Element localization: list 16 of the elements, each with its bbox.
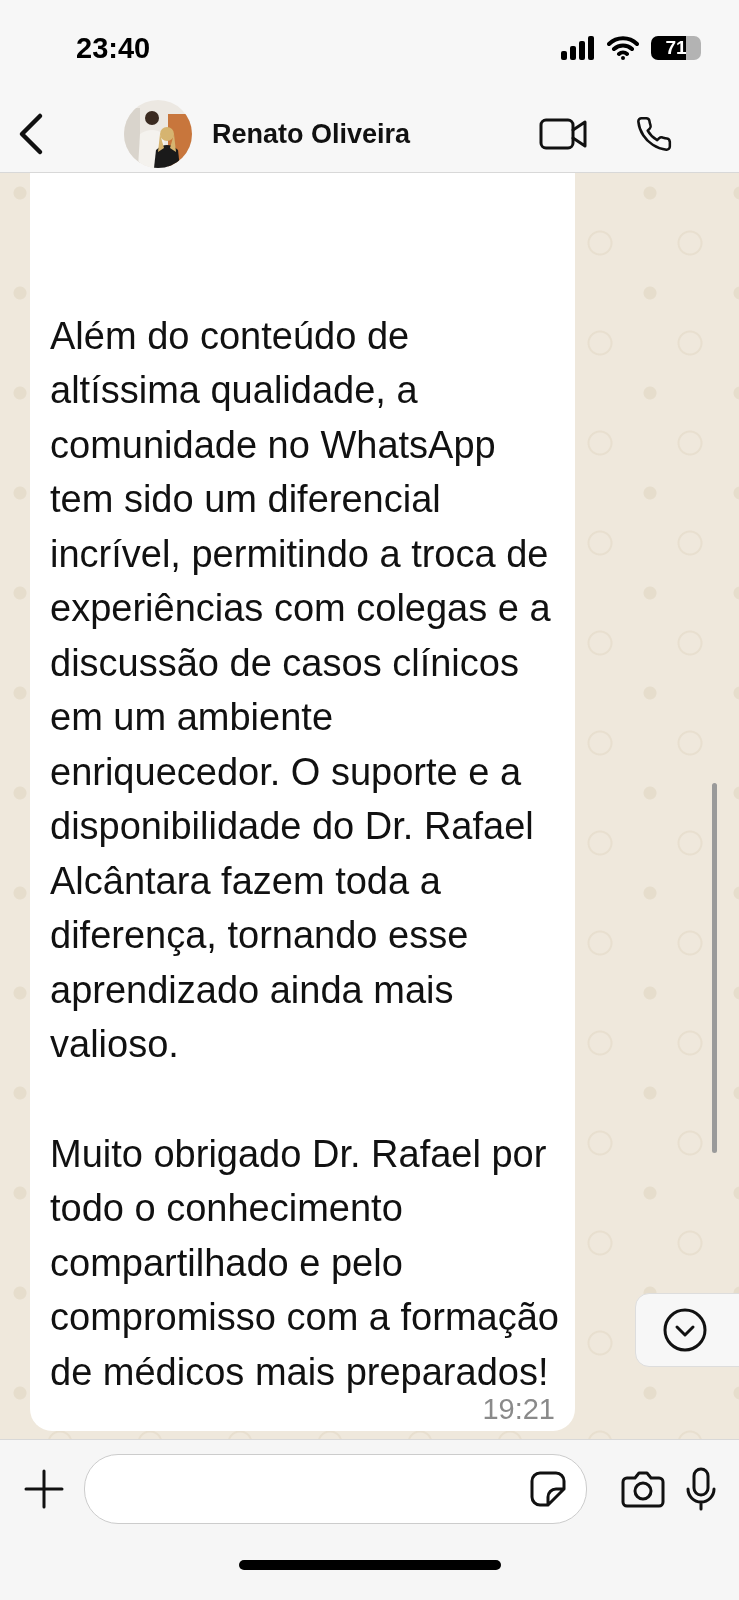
status-time: 23:40 [76, 31, 151, 65]
video-call-button[interactable] [539, 118, 587, 150]
microphone-button[interactable] [685, 1467, 717, 1511]
chevron-down-icon [662, 1307, 708, 1353]
message-text: Além do conteúdo de altíssima qualidade, a comunidade no WhatsApp tem sido um diferencial incrível, permitindo a troca de experiências com colegas e a discussão de casos clínicos em um ambiente enriquecedor. O suporte e a disponibilidade do Dr. Rafael Alcântara fazem toda a diferença, tornando esse aprendizado ainda mais valioso. [50, 313, 552, 1067]
sticker-icon[interactable] [530, 1471, 566, 1507]
scroll-down-button[interactable] [635, 1293, 739, 1367]
battery-icon: 71 [651, 36, 701, 60]
signal-icon [561, 36, 595, 60]
voice-call-button[interactable] [635, 115, 673, 153]
message-time: 19:21 [482, 1393, 555, 1425]
camera-button[interactable] [621, 1470, 665, 1508]
wifi-icon [607, 36, 639, 60]
contact-name: Renato Oliveira [212, 118, 412, 150]
message-text: Muito obrigado Dr. Rafael por todo o conhecimento compartilhado e pelo compromisso com a formação de médicos mais preparados! [50, 1131, 560, 1395]
add-button[interactable] [24, 1469, 64, 1509]
